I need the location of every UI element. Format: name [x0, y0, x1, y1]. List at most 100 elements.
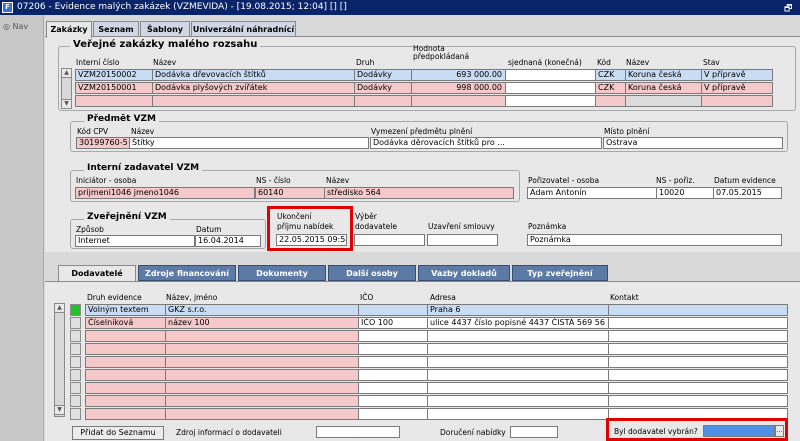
- zadavatel-ns-field[interactable]: 60140: [255, 187, 325, 199]
- row1-stav[interactable]: V přípravě: [701, 69, 773, 81]
- dod-empty-cell[interactable]: [165, 330, 359, 342]
- poznamka-field[interactable]: Poznámka: [527, 234, 782, 246]
- dod-empty-cell[interactable]: [608, 382, 788, 394]
- scroll-down-icon[interactable]: ▼: [61, 99, 72, 109]
- dod-scroll-up-icon[interactable]: ▲: [54, 303, 65, 313]
- tab-zakazky[interactable]: Zakázky: [46, 21, 92, 38]
- dod-empty-cell[interactable]: [427, 395, 609, 407]
- predmet-kod-field[interactable]: 30199760-5: [76, 137, 130, 149]
- dod-empty-cell[interactable]: [165, 382, 359, 394]
- ukonceni-field[interactable]: 22.05.2015 09:54: [276, 234, 347, 246]
- dod-empty-cell[interactable]: [85, 382, 166, 394]
- dod-scrollbar[interactable]: [54, 303, 65, 417]
- row2-hodnota[interactable]: 998 000.00: [411, 82, 506, 94]
- row2-kod[interactable]: CZK: [595, 82, 626, 94]
- row3-kod[interactable]: [595, 95, 626, 107]
- dod-row1-druh[interactable]: Volným textem: [85, 304, 166, 316]
- predmet-misto-field[interactable]: Ostrava: [603, 137, 783, 149]
- dod-empty-cell[interactable]: [608, 330, 788, 342]
- row1-nazev[interactable]: Dodávka dřevovacích štítků: [152, 69, 355, 81]
- restore-icon[interactable]: 🗗: [784, 1, 792, 17]
- pridat-do-seznamu-button[interactable]: Přidat do Seznamu: [72, 426, 164, 440]
- tab-dokumenty[interactable]: Dokumenty: [238, 265, 326, 281]
- porizovatel-ns-field[interactable]: 10020: [656, 187, 714, 199]
- tab-sablony[interactable]: Šablony: [140, 21, 190, 37]
- dropdown-icon[interactable]: …: [775, 425, 784, 437]
- nav-label[interactable]: ◎ Nav: [3, 22, 28, 31]
- row2-sjednana[interactable]: [505, 82, 596, 94]
- row1-hodnota[interactable]: 693 000.00: [411, 69, 506, 81]
- dod-empty-cell[interactable]: [85, 408, 166, 420]
- dod-empty-cell[interactable]: [608, 356, 788, 368]
- dod-row2-ico[interactable]: IČO 100: [358, 317, 428, 329]
- tab-dalsi-osoby[interactable]: Další osoby: [328, 265, 416, 281]
- predmet-vymezeni-field[interactable]: Dodávka děrovacích štítků pro ...: [370, 137, 602, 149]
- dod-empty-cell[interactable]: [85, 356, 166, 368]
- row3-druh[interactable]: [354, 95, 412, 107]
- dod-empty-cell[interactable]: [427, 343, 609, 355]
- row2-mena[interactable]: Koruna česká: [625, 82, 702, 94]
- dod-row1-nazev[interactable]: GKZ s.r.o.: [165, 304, 359, 316]
- tab-seznam[interactable]: Seznam: [93, 21, 139, 37]
- dod-empty-cell[interactable]: [427, 382, 609, 394]
- row3-stav[interactable]: [701, 95, 773, 107]
- row1-mena[interactable]: Koruna česká: [625, 69, 702, 81]
- dod-row1-indicator[interactable]: [70, 304, 81, 316]
- dod-empty-cell[interactable]: [427, 408, 609, 420]
- tab-dodavatele[interactable]: Dodavatelé: [58, 265, 136, 282]
- dod-empty-cell[interactable]: [358, 356, 428, 368]
- dod-empty-row-indicator[interactable]: [70, 369, 81, 381]
- dod-empty-cell[interactable]: [427, 369, 609, 381]
- dod-row2-adresa[interactable]: ulice 4437 číslo popisné 4437 ČISTÁ 569 …: [427, 317, 609, 329]
- dod-empty-cell[interactable]: [608, 369, 788, 381]
- dod-empty-row-indicator[interactable]: [70, 356, 81, 368]
- row1-sjednana[interactable]: [505, 69, 596, 81]
- tab-univerzalni[interactable]: Univerzální náhradnící: [191, 21, 296, 37]
- dod-row2-kontakt[interactable]: [608, 317, 788, 329]
- dod-empty-cell[interactable]: [85, 343, 166, 355]
- zadavatel-nazev-field[interactable]: středisko 564: [324, 187, 514, 199]
- row2-druh[interactable]: Dodávky: [354, 82, 412, 94]
- dod-empty-cell[interactable]: [85, 330, 166, 342]
- dod-empty-cell[interactable]: [165, 408, 359, 420]
- dod-empty-cell[interactable]: [85, 395, 166, 407]
- tab-typ-zverejneni[interactable]: Typ zveřejnění: [512, 265, 608, 281]
- dod-empty-cell[interactable]: [165, 369, 359, 381]
- dod-row2-indicator[interactable]: [70, 317, 81, 329]
- zdroj-info-field[interactable]: [316, 426, 400, 438]
- zadavatel-ini-field[interactable]: prijmeni1046 jmeno1046: [75, 187, 255, 199]
- dod-scroll-down-icon[interactable]: ▼: [54, 405, 65, 415]
- vyber-field[interactable]: [354, 234, 425, 246]
- row1-kod[interactable]: CZK: [595, 69, 626, 81]
- row3-interni[interactable]: [75, 95, 153, 107]
- dod-empty-cell[interactable]: [358, 343, 428, 355]
- row3-mena[interactable]: [625, 95, 702, 107]
- row2-stav[interactable]: V přípravě: [701, 82, 773, 94]
- dod-empty-cell[interactable]: [358, 395, 428, 407]
- row1-interni[interactable]: VZM20150002: [75, 69, 153, 81]
- dod-empty-cell[interactable]: [427, 330, 609, 342]
- row3-sjednana[interactable]: [505, 95, 596, 107]
- doruceni-field[interactable]: [510, 426, 558, 438]
- dod-empty-cell[interactable]: [608, 343, 788, 355]
- dod-row2-druh[interactable]: Číselníková: [85, 317, 166, 329]
- dod-empty-cell[interactable]: [358, 369, 428, 381]
- dod-empty-row-indicator[interactable]: [70, 382, 81, 394]
- zverejneni-zpusob-field[interactable]: Internet: [75, 235, 195, 247]
- dod-empty-cell[interactable]: [165, 395, 359, 407]
- dod-row2-nazev[interactable]: název 100: [165, 317, 359, 329]
- row2-nazev[interactable]: Dodávka plyšových zvířátek: [152, 82, 355, 94]
- dod-empty-row-indicator[interactable]: [70, 343, 81, 355]
- row2-interni[interactable]: VZM20150001: [75, 82, 153, 94]
- row3-hodnota[interactable]: [411, 95, 506, 107]
- porizovatel-datum-field[interactable]: 07.05.2015: [713, 187, 782, 199]
- dod-empty-cell[interactable]: [608, 395, 788, 407]
- row1-druh[interactable]: Dodávky: [354, 69, 412, 81]
- dod-empty-row-indicator[interactable]: [70, 395, 81, 407]
- dod-empty-cell[interactable]: [358, 382, 428, 394]
- dod-empty-row-indicator[interactable]: [70, 408, 81, 420]
- dod-empty-cell[interactable]: [165, 343, 359, 355]
- scroll-up-icon[interactable]: ▲: [61, 68, 72, 78]
- predmet-nazev-field[interactable]: Štítky: [129, 137, 369, 149]
- zverejneni-datum-field[interactable]: 16.04.2014: [195, 235, 261, 247]
